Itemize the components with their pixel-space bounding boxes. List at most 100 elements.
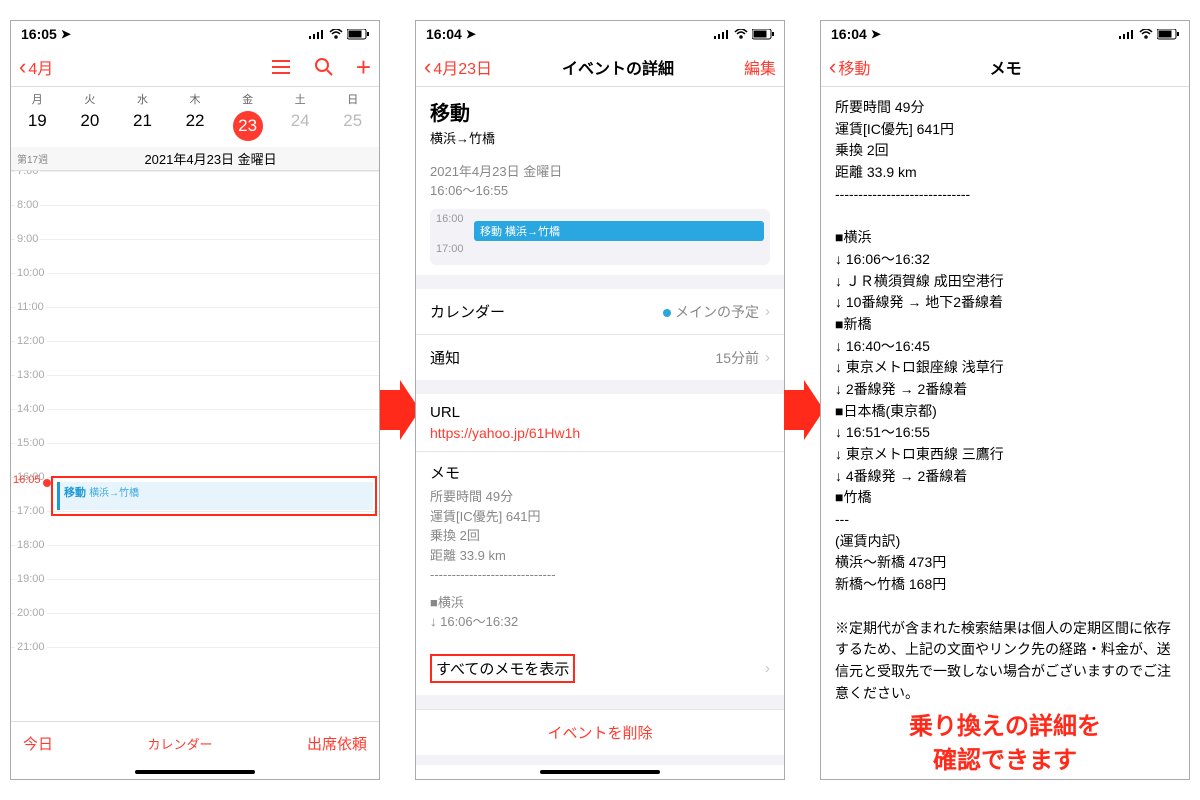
weekday: 木: [169, 91, 222, 107]
back-label: 移動: [838, 55, 870, 79]
hour-label: 7:00: [15, 171, 40, 177]
back-label: 4月23日: [433, 55, 492, 79]
edit-button[interactable]: 編集: [744, 55, 776, 79]
memo-preview: 所要時間 49分 運賃[IC優先] 641円 乗換 2回 距離 33.9 km …: [430, 487, 770, 585]
url-section: URL https://yahoo.jp/61Hw1h: [416, 394, 784, 451]
hour-label: 12:00: [15, 335, 47, 347]
home-indicator: [416, 765, 784, 779]
day-cell[interactable]: 24: [274, 111, 327, 141]
memo-body[interactable]: 所要時間 49分 運賃[IC優先] 641円 乗換 2回 距離 33.9 km …: [821, 87, 1189, 779]
nav-bar: ‹ 4月 +: [11, 47, 379, 87]
event-time: 16:06〜16:55: [430, 180, 770, 199]
search-icon[interactable]: [314, 54, 334, 80]
now-indicator-icon: [43, 479, 51, 487]
event-route: 横浜→竹橋: [89, 488, 139, 499]
signal-icon: [1119, 29, 1135, 39]
hour-label: 8:00: [15, 199, 40, 211]
hour-label: 13:00: [15, 369, 47, 381]
memo-text: 所要時間 49分 運賃[IC優先] 641円 乗換 2回 距離 33.9 km …: [835, 97, 1175, 704]
wifi-icon: [1139, 29, 1153, 39]
day-cell[interactable]: 20: [64, 111, 117, 141]
memo-preview-tail: ■横浜: [430, 593, 770, 613]
hour-label: 19:00: [15, 573, 47, 585]
row-value: 15分前: [460, 348, 759, 368]
flow-arrow-icon: [380, 380, 420, 440]
hour-label: 9:00: [15, 233, 40, 245]
caption-line: 確認できます: [835, 744, 1175, 778]
inbox-button[interactable]: 出席依頼: [307, 733, 367, 754]
mini-timeline: 16:00 17:00 移動 横浜→竹橋: [430, 209, 770, 265]
show-all-label: すべてのメモを表示: [436, 661, 569, 678]
list-icon[interactable]: [270, 54, 292, 80]
chevron-left-icon: ‹: [424, 56, 431, 78]
day-cell[interactable]: 19: [11, 111, 64, 141]
status-bar: 16:04 ➤: [416, 21, 784, 47]
event-title: 移動: [64, 487, 86, 499]
battery-icon: [347, 29, 369, 40]
chevron-left-icon: ‹: [19, 56, 26, 78]
status-time: 16:04: [831, 26, 867, 42]
event-route: 横浜→竹橋: [430, 128, 770, 147]
weekday: 火: [64, 91, 117, 107]
url-link[interactable]: https://yahoo.jp/61Hw1h: [430, 425, 770, 441]
alert-row[interactable]: 通知 15分前 ›: [416, 334, 784, 380]
nav-bar: ‹ 4月23日 イベントの詳細 編集: [416, 47, 784, 87]
back-label: 4月: [28, 55, 53, 79]
day-cell[interactable]: 25: [326, 111, 379, 141]
mini-event: 移動 横浜→竹橋: [474, 221, 764, 241]
status-bar: 16:05 ➤: [11, 21, 379, 47]
hour-label: 10:00: [15, 267, 47, 279]
day-cell-today[interactable]: 23: [221, 111, 274, 141]
hour-label: 20:00: [15, 607, 47, 619]
calendars-button[interactable]: カレンダー: [53, 734, 307, 753]
event-title: 移動: [430, 97, 770, 126]
settings-group: カレンダー メインの予定 › 通知 15分前 ›: [416, 289, 784, 380]
annotation-highlight: すべてのメモを表示: [430, 654, 575, 683]
hour-label: 21:00: [15, 641, 47, 653]
day-cell[interactable]: 21: [116, 111, 169, 141]
event-header: 移動 横浜→竹橋 2021年4月23日 金曜日 16:06〜16:55 16:0…: [416, 87, 784, 275]
back-button[interactable]: ‹ 4月23日: [424, 55, 492, 79]
calendar-row[interactable]: カレンダー メインの予定 ›: [416, 289, 784, 334]
calendar-event[interactable]: 移動 横浜→竹橋: [57, 482, 373, 510]
status-indicators: [1119, 29, 1179, 40]
back-button[interactable]: ‹ 移動: [829, 55, 870, 79]
battery-icon: [1157, 29, 1179, 40]
now-label: 16:05: [13, 474, 41, 486]
section-label: メモ: [430, 462, 770, 483]
home-indicator: [11, 765, 379, 779]
nav-bar: ‹ 移動 メモ: [821, 47, 1189, 87]
battery-icon: [752, 29, 774, 40]
section-label: URL: [430, 404, 770, 421]
phone-memo: 16:04 ➤ ‹ 移動 メモ 所要時間 49分 運賃[IC優先] 641円 乗…: [820, 20, 1190, 780]
phone-calendar-day: 16:05 ➤ ‹ 4月 + 月 火 水 木 金: [10, 20, 380, 780]
add-icon[interactable]: +: [356, 54, 371, 80]
day-cell[interactable]: 22: [169, 111, 222, 141]
hour-label: 17:00: [15, 505, 47, 517]
nav-title: イベントの詳細: [492, 55, 744, 79]
weekday: 水: [116, 91, 169, 107]
chevron-left-icon: ‹: [829, 56, 836, 78]
weekday-header: 月 火 水 木 金 土 日: [11, 87, 379, 107]
back-button[interactable]: ‹ 4月: [19, 55, 53, 79]
nav-title: メモ: [870, 55, 1141, 79]
hour-label: 18:00: [15, 539, 47, 551]
row-label: 通知: [430, 347, 460, 368]
weekday: 日: [326, 91, 379, 107]
flow-arrow-icon: [784, 380, 824, 440]
weekday: 金: [221, 91, 274, 107]
hour-label: 14:00: [15, 403, 47, 415]
delete-event-button[interactable]: イベントを削除: [416, 709, 784, 755]
signal-icon: [714, 29, 730, 39]
status-indicators: [714, 29, 774, 40]
day-timeline[interactable]: 7:00 8:00 9:00 10:00 11:00 12:00 13:00 1…: [11, 171, 379, 721]
location-icon: ➤: [466, 27, 476, 41]
location-icon: ➤: [871, 27, 881, 41]
day-row: 19 20 21 22 23 24 25: [11, 107, 379, 147]
hour-label: 17:00: [436, 243, 464, 255]
today-button[interactable]: 今日: [23, 733, 53, 754]
event-date: 2021年4月23日 金曜日: [430, 161, 770, 180]
memo-section: メモ 所要時間 49分 運賃[IC優先] 641円 乗換 2回 距離 33.9 …: [416, 451, 784, 642]
signal-icon: [309, 29, 325, 39]
show-all-memo-row[interactable]: すべてのメモを表示 ›: [416, 642, 784, 695]
